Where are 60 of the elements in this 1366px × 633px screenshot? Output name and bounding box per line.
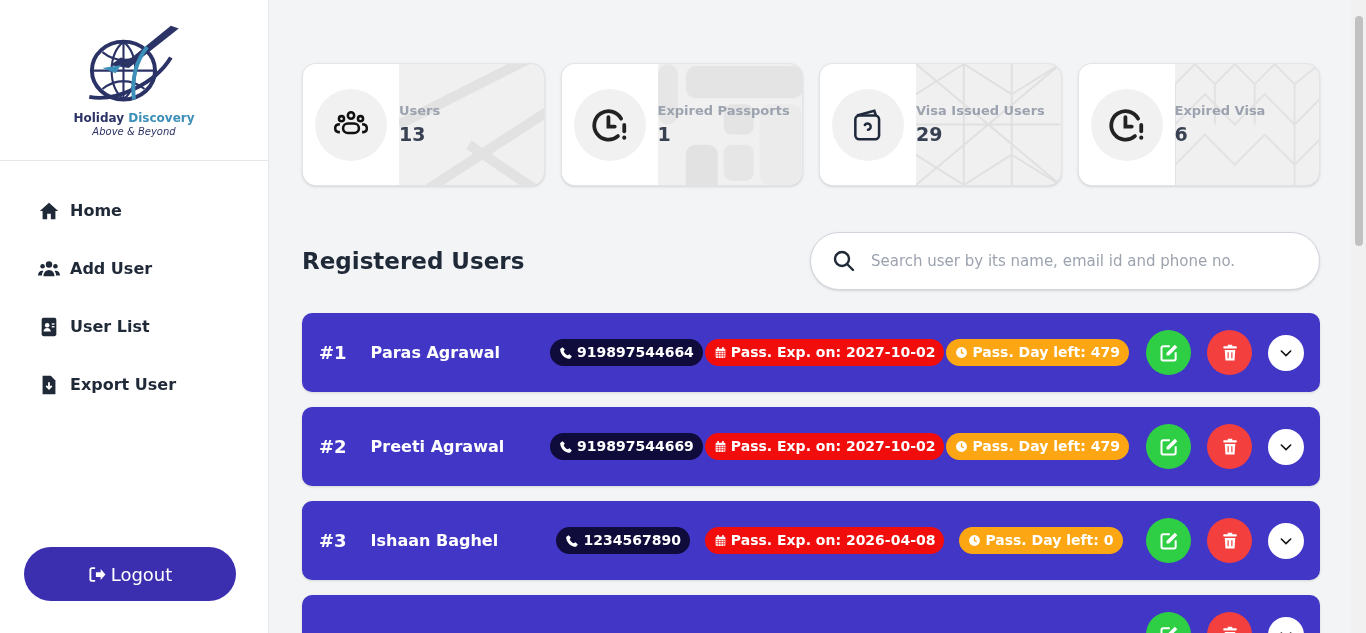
days-left-badge: Pass. Day left: 479 xyxy=(946,339,1129,366)
stat-label: Expired Passports xyxy=(657,102,791,119)
nav-item[interactable]: Add User xyxy=(38,251,153,287)
nav-item[interactable]: User List xyxy=(38,309,150,345)
stat-label: Expired Visa xyxy=(1174,102,1267,119)
trash-icon xyxy=(1220,531,1239,550)
trash-icon xyxy=(1220,343,1239,362)
search-field[interactable]: Search user by its name, email id and phone no. xyxy=(810,232,1320,290)
stat-value: 13 xyxy=(399,122,427,147)
phone-icon xyxy=(558,439,573,454)
user-name: Ishaan Baghel xyxy=(370,529,499,552)
edit-button[interactable] xyxy=(1146,424,1191,469)
clock-icon xyxy=(955,346,969,359)
clock-icon xyxy=(955,440,969,453)
trash-icon xyxy=(1220,437,1239,456)
calendar-icon xyxy=(713,534,727,547)
days-left-badge: Pass. Day left: 479 xyxy=(946,433,1129,460)
phone-icon xyxy=(558,345,573,360)
nav-item[interactable]: Home xyxy=(38,193,122,229)
stat-value: 6 xyxy=(1174,122,1189,147)
logout-button[interactable]: Logout xyxy=(24,547,236,601)
stat-value: 1 xyxy=(657,122,672,147)
brand-tagline: Above & Beyond xyxy=(92,127,176,137)
phone-badge: 919897544664 xyxy=(549,339,703,366)
user-number: #1 xyxy=(319,341,347,365)
clock-icon xyxy=(968,534,982,547)
expand-button[interactable] xyxy=(1268,334,1304,371)
home-icon xyxy=(38,200,60,222)
phone-badge: 919897544669 xyxy=(549,433,703,460)
brand-name: Holiday Discovery xyxy=(73,112,195,124)
user-number: #3 xyxy=(319,529,347,553)
delete-button[interactable] xyxy=(1207,424,1252,469)
section-title: Registered Users xyxy=(302,246,525,276)
scrollbar[interactable] xyxy=(1351,0,1366,633)
phone-badge: 1234567890 xyxy=(556,527,690,554)
expand-button[interactable] xyxy=(1268,522,1304,559)
expand-button[interactable] xyxy=(1268,428,1304,465)
edit-icon xyxy=(1158,342,1179,363)
user-number: #2 xyxy=(319,435,347,459)
user-name: Paras Agrawal xyxy=(370,341,501,364)
phone-icon xyxy=(565,533,580,548)
edit-button[interactable] xyxy=(1146,330,1191,375)
passport-expiry-badge: Pass. Exp. on: 2027-10-02 xyxy=(704,339,945,366)
calendar-icon xyxy=(713,440,727,453)
delete-button[interactable] xyxy=(1207,518,1252,563)
passport-expiry-badge: Pass. Exp. on: 2027-10-02 xyxy=(704,433,945,460)
stat-label: Visa Issued Users xyxy=(916,102,1046,119)
calendar-icon xyxy=(713,346,727,359)
user-name: Preeti Agrawal xyxy=(370,435,505,458)
days-left-badge: Pass. Day left: 0 xyxy=(959,527,1123,554)
edit-icon xyxy=(1158,530,1179,551)
edit-icon xyxy=(1158,436,1179,457)
search-icon xyxy=(832,249,856,273)
sign-out-icon xyxy=(87,564,107,584)
stat-value: 29 xyxy=(916,122,944,147)
delete-button[interactable] xyxy=(1207,330,1252,375)
stat-label: Users xyxy=(399,102,442,119)
passport-expiry-badge: Pass. Exp. on: 2026-04-08 xyxy=(704,527,945,554)
nav-item[interactable]: Export User xyxy=(38,367,177,403)
edit-button[interactable] xyxy=(1146,518,1191,563)
